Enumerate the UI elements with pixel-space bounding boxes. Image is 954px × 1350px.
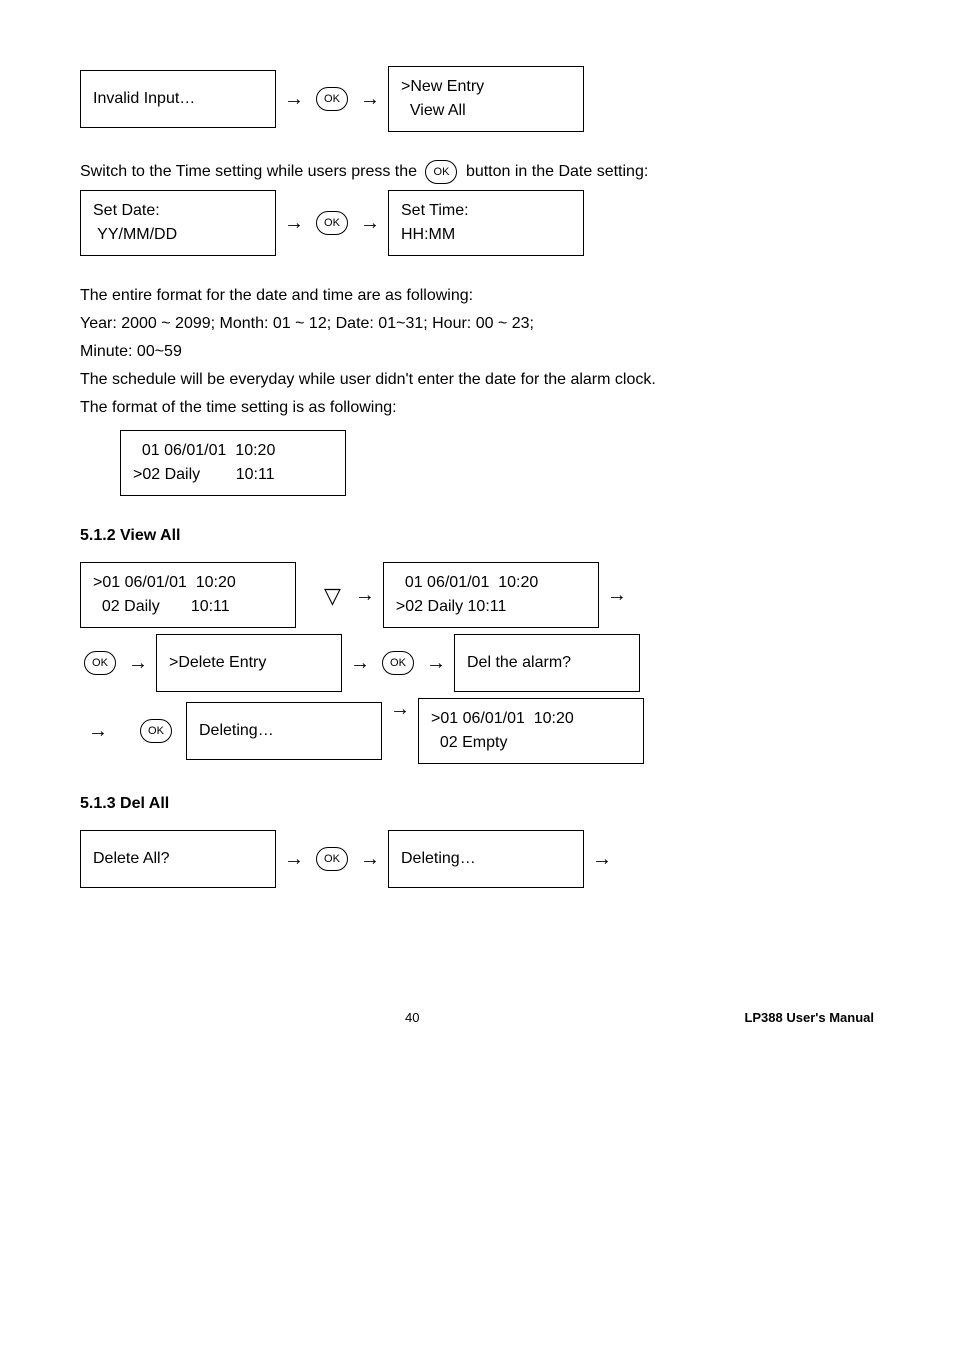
text: Minute: 00~59 — [80, 340, 874, 364]
box-delete-entry: >Delete Entry — [156, 634, 342, 692]
text: button in the Date setting: — [466, 163, 648, 180]
box-list-b: 01 06/01/01 10:20 >02 Daily 10:11 — [383, 562, 599, 628]
delall-row: Delete All? → OK → Deleting… → — [80, 830, 874, 888]
arrow-right-icon: → — [360, 844, 380, 874]
viewall-row3: → OK Deleting… → >01 06/01/01 10:20 02 E… — [80, 698, 874, 764]
text: Year: 2000 ~ 2099; Month: 01 ~ 12; Date:… — [80, 312, 874, 336]
text: 01 06/01/01 10:20 — [396, 571, 586, 595]
section-heading-del-all: 5.1.3 Del All — [80, 792, 874, 816]
manual-title: LP388 User's Manual — [744, 1008, 874, 1028]
text: Delete All? — [93, 847, 263, 871]
text: Set Date: — [93, 199, 263, 223]
ok-button-icon: OK — [316, 87, 348, 111]
box-set-time: Set Time: HH:MM — [388, 190, 584, 256]
text: 02 Daily 10:11 — [93, 595, 283, 619]
text: Deleting… — [199, 719, 369, 743]
box-delete-all: Delete All? — [80, 830, 276, 888]
box-new-entry: >New Entry View All — [388, 66, 584, 132]
arrow-right-icon: → — [426, 648, 446, 678]
text: >New Entry — [401, 75, 571, 99]
viewall-row2: OK → >Delete Entry → OK → Del the alarm? — [80, 634, 874, 692]
text: >01 06/01/01 10:20 — [93, 571, 283, 595]
arrow-right-icon: → — [390, 694, 410, 724]
arrow-right-icon: → — [607, 580, 627, 610]
format-example-box: 01 06/01/01 10:20 >02 Daily 10:11 — [120, 430, 874, 496]
text: 02 Empty — [431, 731, 631, 755]
page-number: 40 — [405, 1008, 419, 1028]
box-result-list: >01 06/01/01 10:20 02 Empty — [418, 698, 644, 764]
text: The schedule will be everyday while user… — [80, 368, 874, 392]
ok-button-icon: OK — [140, 719, 172, 743]
switch-text: Switch to the Time setting while users p… — [80, 160, 874, 184]
box-deleting-2: Deleting… — [388, 830, 584, 888]
text: Set Time: — [401, 199, 571, 223]
row-invalid-input: Invalid Input… → OK → >New Entry View Al… — [80, 66, 874, 132]
box-del-alarm: Del the alarm? — [454, 634, 640, 692]
text: Switch to the Time setting while users p… — [80, 163, 421, 180]
text: Deleting… — [401, 847, 571, 871]
text: Del the alarm? — [467, 651, 627, 675]
text: >01 06/01/01 10:20 — [431, 707, 631, 731]
text: >02 Daily 10:11 — [133, 463, 333, 487]
text: The entire format for the date and time … — [80, 284, 874, 308]
ok-button-icon: OK — [84, 651, 116, 675]
ok-button-icon: OK — [425, 160, 457, 184]
text: Invalid Input… — [93, 87, 263, 111]
ok-button-icon: OK — [382, 651, 414, 675]
text: >Delete Entry — [169, 651, 329, 675]
section-heading-view-all: 5.1.2 View All — [80, 524, 874, 548]
text: The format of the time setting is as fol… — [80, 396, 874, 420]
box-set-date: Set Date: YY/MM/DD — [80, 190, 276, 256]
row-set-date-time: Set Date: YY/MM/DD → OK → Set Time: HH:M… — [80, 190, 874, 256]
box-list-a: >01 06/01/01 10:20 02 Daily 10:11 — [80, 562, 296, 628]
box-invalid-input: Invalid Input… — [80, 70, 276, 128]
arrow-right-icon: → — [350, 648, 370, 678]
text: YY/MM/DD — [93, 223, 263, 247]
arrow-right-icon: → — [284, 844, 304, 874]
arrow-right-icon: → — [284, 84, 304, 114]
page-footer: 40 LP388 User's Manual — [80, 1008, 874, 1028]
arrow-right-icon: → — [360, 208, 380, 238]
text: 01 06/01/01 10:20 — [133, 439, 333, 463]
ok-button-icon: OK — [316, 847, 348, 871]
text: >02 Daily 10:11 — [396, 595, 586, 619]
box-deleting: Deleting… — [186, 702, 382, 760]
arrow-right-icon: → — [128, 648, 148, 678]
viewall-row1: >01 06/01/01 10:20 02 Daily 10:11 ▽ → 01… — [80, 562, 874, 628]
ok-button-icon: OK — [316, 211, 348, 235]
arrow-right-icon: → — [592, 844, 612, 874]
down-triangle-icon: ▽ — [324, 579, 341, 612]
text: HH:MM — [401, 223, 571, 247]
arrow-right-icon: → — [88, 716, 108, 746]
text: View All — [401, 99, 571, 123]
arrow-right-icon: → — [284, 208, 304, 238]
arrow-right-icon: → — [355, 580, 375, 610]
arrow-right-icon: → — [360, 84, 380, 114]
body-text: The entire format for the date and time … — [80, 284, 874, 420]
